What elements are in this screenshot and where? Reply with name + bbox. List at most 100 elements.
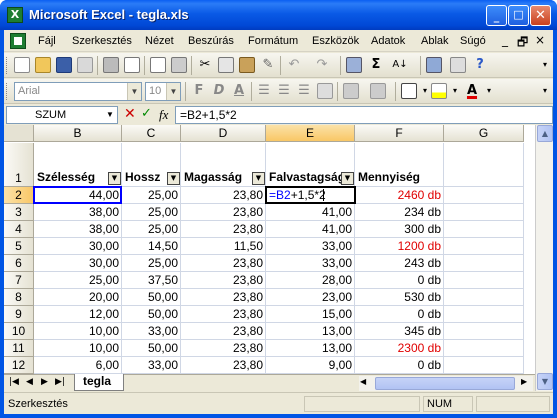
autofilter-dropdown-icon[interactable]: ▼	[167, 172, 180, 185]
data-cell[interactable]: 530 db	[355, 289, 444, 306]
toolbar-grip[interactable]	[6, 57, 9, 74]
maximize-button[interactable]: □	[508, 5, 529, 26]
decrease-indent-icon[interactable]	[370, 83, 386, 99]
doc-minimize-button[interactable]: _	[502, 33, 508, 47]
scroll-down-icon[interactable]: ▼	[537, 373, 553, 390]
select-all-corner[interactable]	[4, 125, 34, 142]
bold-button[interactable]: F	[191, 83, 207, 99]
underline-button[interactable]: A	[231, 83, 247, 99]
menu-view[interactable]: Nézet	[145, 35, 174, 47]
spelling-icon[interactable]	[150, 57, 166, 73]
minimize-button[interactable]: _	[486, 5, 507, 26]
worksheet-grid[interactable]: BCDEFG12345678910111213Szélesség▼Hossz▼M…	[4, 125, 535, 374]
scroll-right-icon[interactable]: ▶	[521, 377, 527, 386]
data-cell[interactable]: 23,80	[181, 255, 266, 272]
data-cell[interactable]: 14,50	[122, 238, 181, 255]
data-cell[interactable]: 33,00	[122, 357, 181, 374]
italic-button[interactable]: D	[211, 83, 227, 99]
row-header-5[interactable]: 5	[4, 238, 34, 255]
close-button[interactable]: ✕	[530, 5, 551, 26]
data-cell[interactable]: 12,00	[34, 306, 122, 323]
menu-edit[interactable]: Szerkesztés	[72, 35, 132, 47]
menu-help[interactable]: Súgó	[460, 35, 486, 47]
row-header-1[interactable]: 1	[4, 143, 34, 187]
data-cell[interactable]: 23,80	[181, 340, 266, 357]
enter-icon[interactable]: ✓	[141, 106, 152, 121]
row-header-12[interactable]: 12	[4, 357, 34, 374]
chevron-down-icon[interactable]: ▼	[166, 83, 180, 100]
data-cell[interactable]: 243 db	[355, 255, 444, 272]
data-cell[interactable]: 13,00	[266, 340, 355, 357]
autofilter-dropdown-icon[interactable]: ▼	[252, 172, 265, 185]
row-header-7[interactable]: 7	[4, 272, 34, 289]
data-cell[interactable]: 345 db	[355, 323, 444, 340]
font-size-combo[interactable]: 10 ▼	[145, 82, 181, 101]
cell[interactable]	[444, 187, 524, 204]
data-cell[interactable]: 30,00	[34, 238, 122, 255]
data-cell[interactable]: 44,00	[34, 187, 122, 204]
data-cell[interactable]: 25,00	[122, 221, 181, 238]
cell[interactable]	[444, 221, 524, 238]
data-cell[interactable]: 1200 db	[355, 238, 444, 255]
data-cell[interactable]: 25,00	[122, 187, 181, 204]
cell[interactable]	[444, 143, 524, 187]
autofilter-dropdown-icon[interactable]: ▼	[341, 172, 354, 185]
column-header-f[interactable]: F	[355, 125, 444, 142]
redo-icon[interactable]: ↷	[314, 57, 330, 73]
data-cell[interactable]: 50,00	[122, 340, 181, 357]
data-cell[interactable]: 23,80	[181, 357, 266, 374]
data-cell[interactable]: 38,00	[34, 204, 122, 221]
row-header-11[interactable]: 11	[4, 340, 34, 357]
data-cell[interactable]: 6,00	[34, 357, 122, 374]
horizontal-scroll-thumb[interactable]	[375, 377, 515, 390]
name-box[interactable]: SZUM ▼	[6, 106, 118, 124]
sheet-tab-tegla[interactable]: tegla	[74, 374, 124, 391]
merge-center-icon[interactable]	[317, 83, 333, 99]
row-header-6[interactable]: 6	[4, 255, 34, 272]
column-header-g[interactable]: G	[444, 125, 524, 142]
scroll-up-icon[interactable]: ▲	[537, 125, 553, 142]
copy-icon[interactable]	[218, 57, 234, 73]
scroll-left-icon[interactable]: ◀	[360, 377, 366, 386]
data-cell[interactable]: 30,00	[34, 255, 122, 272]
align-center-icon[interactable]: ☰	[276, 83, 292, 99]
data-cell[interactable]: 234 db	[355, 204, 444, 221]
data-cell[interactable]: 23,80	[181, 221, 266, 238]
data-cell[interactable]: 0 db	[355, 357, 444, 374]
data-cell[interactable]: 23,80	[181, 306, 266, 323]
data-cell[interactable]: 2460 db	[355, 187, 444, 204]
row-header-3[interactable]: 3	[4, 204, 34, 221]
print-icon[interactable]	[103, 57, 119, 73]
chevron-down-icon[interactable]: ▼	[103, 107, 117, 123]
menu-tools[interactable]: Eszközök	[312, 35, 359, 47]
data-cell[interactable]: 13,00	[266, 323, 355, 340]
data-cell[interactable]: 33,00	[266, 255, 355, 272]
menu-file[interactable]: Fájl	[38, 35, 56, 47]
row-header-8[interactable]: 8	[4, 289, 34, 306]
cell[interactable]	[444, 306, 524, 323]
data-cell[interactable]: 25,00	[34, 272, 122, 289]
row-header-10[interactable]: 10	[4, 323, 34, 340]
data-cell[interactable]: 23,80	[181, 272, 266, 289]
research-icon[interactable]	[171, 57, 187, 73]
save-icon[interactable]	[56, 57, 72, 73]
currency-icon[interactable]	[343, 83, 359, 99]
workbook-icon[interactable]	[10, 33, 26, 49]
chart-wizard-icon[interactable]	[426, 57, 442, 73]
first-sheet-icon[interactable]: |◀	[9, 377, 19, 387]
data-cell[interactable]: 41,00	[266, 221, 355, 238]
data-cell[interactable]: 0 db	[355, 306, 444, 323]
prev-sheet-icon[interactable]: ◀	[26, 377, 33, 387]
last-sheet-icon[interactable]: ▶|	[55, 377, 65, 387]
data-cell[interactable]: 50,00	[122, 289, 181, 306]
formula-input[interactable]: =B2+1,5*2	[175, 106, 553, 124]
menu-format[interactable]: Formátum	[248, 35, 298, 47]
data-cell[interactable]: 23,80	[181, 187, 266, 204]
toolbar-options-icon[interactable]: ▾	[537, 57, 553, 73]
paste-icon[interactable]	[239, 57, 255, 73]
data-cell[interactable]: 33,00	[122, 323, 181, 340]
print-preview-icon[interactable]	[124, 57, 140, 73]
chevron-down-icon[interactable]: ▾	[481, 83, 497, 99]
data-cell[interactable]: 0 db	[355, 272, 444, 289]
column-header-b[interactable]: B	[34, 125, 122, 142]
